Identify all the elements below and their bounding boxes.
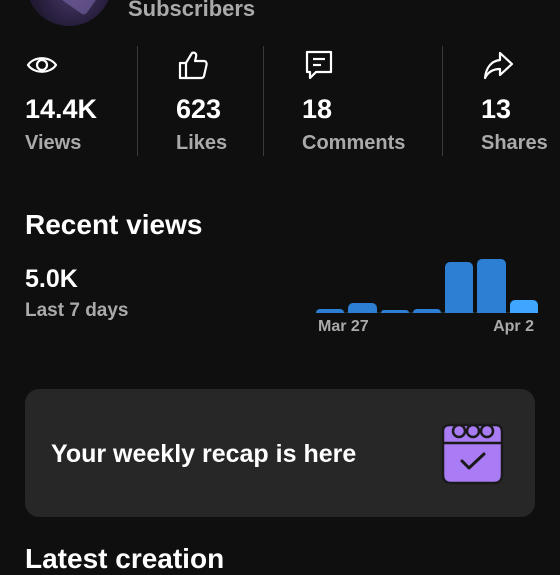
share-icon xyxy=(483,51,514,80)
stat-comments-label: Comments xyxy=(302,132,406,154)
stats-row: 14.4K Views 623 Likes 18 Comments 13 Sha… xyxy=(0,44,560,156)
stat-divider xyxy=(137,46,138,156)
chart-bar xyxy=(316,309,345,313)
chart-bar xyxy=(348,303,377,313)
eye-icon xyxy=(26,57,58,73)
stat-divider xyxy=(263,46,264,156)
thumbs-up-icon xyxy=(178,51,208,80)
latest-section-title: Latest creation xyxy=(25,543,225,574)
weekly-recap-card[interactable]: Your weekly recap is here xyxy=(25,389,535,517)
comment-icon xyxy=(305,50,333,80)
recent-views-chart[interactable]: Mar 27 Apr 2 xyxy=(316,256,538,344)
chart-bar xyxy=(380,310,409,313)
channel-avatar[interactable] xyxy=(26,0,112,26)
recent-views-period: Last 7 days xyxy=(25,300,129,321)
stat-divider xyxy=(442,46,443,156)
chart-bar xyxy=(412,309,442,313)
stat-shares-value: 13 xyxy=(481,94,512,124)
stat-shares-label: Shares xyxy=(481,132,548,154)
chart-x-label-end: Apr 2 xyxy=(493,318,534,335)
weekly-recap-text: Your weekly recap is here xyxy=(51,440,357,468)
recent-views-title: Recent views xyxy=(25,209,203,240)
stat-views-label: Views xyxy=(25,132,82,154)
stat-views-value: 14.4K xyxy=(25,94,98,124)
recent-views-value: 5.0K xyxy=(25,265,78,293)
chart-bar xyxy=(477,259,506,313)
stat-likes-label: Likes xyxy=(176,132,228,154)
stat-comments-value: 18 xyxy=(302,94,333,124)
stat-likes-value: 623 xyxy=(176,94,222,124)
chart-x-label-start: Mar 27 xyxy=(318,318,369,335)
subscribers-label: Subscribers xyxy=(128,0,256,21)
calendar-check-icon xyxy=(441,423,504,485)
chart-bar xyxy=(445,261,474,313)
chart-bar xyxy=(509,299,538,313)
